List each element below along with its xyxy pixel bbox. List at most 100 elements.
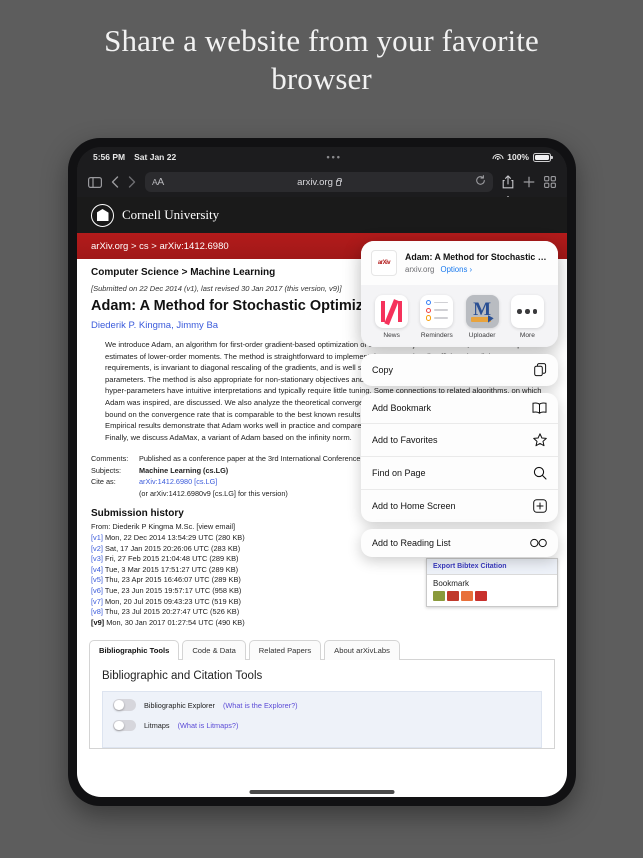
star-icon	[533, 433, 547, 447]
web-content: Cornell University arXiv.org > cs > arXi…	[77, 197, 567, 797]
share-app-row: News Reminders M Uploader More	[361, 285, 558, 347]
share-menu-group-1: Copy	[361, 354, 558, 386]
menu-item-label: Add Bookmark	[372, 403, 432, 413]
labs-tab-panel: Bibliographic and Citation Tools Bibliog…	[89, 659, 555, 750]
share-menu-group-2: Add Bookmark Add to Favorites Find on Pa…	[361, 393, 558, 522]
meta-value: Machine Learning (cs.LG)	[139, 465, 229, 475]
share-options-link[interactable]: Options ›	[441, 265, 473, 274]
toggle-help-link[interactable]: (What is the Explorer?)	[223, 701, 298, 710]
book-icon	[532, 402, 547, 414]
address-bar[interactable]: AA arxiv.org	[145, 172, 493, 192]
bookmark-icon-1[interactable]	[433, 591, 445, 601]
share-sheet-subtitle: arxiv.org Options ›	[405, 265, 553, 274]
tab-code-and-data[interactable]: Code & Data	[182, 640, 246, 661]
meta-value: (or arXiv:1412.6980v9 [cs.LG] for this v…	[139, 488, 288, 498]
plus-icon[interactable]	[523, 176, 535, 188]
cornell-university-label: Cornell University	[122, 207, 220, 222]
breadcrumb: arXiv.org > cs > arXiv:1412.6980	[91, 240, 229, 252]
url-text-wrap: arxiv.org	[145, 177, 493, 188]
tab-related-papers[interactable]: Related Papers	[248, 640, 322, 661]
app-label: News	[383, 332, 400, 339]
share-sheet-title: Adam: A Method for Stochastic Optimiz...	[405, 252, 553, 262]
menu-item-find-on-page[interactable]: Find on Page	[361, 457, 558, 490]
wifi-icon	[492, 153, 504, 162]
page-title: Share a website from your favorite brows…	[104, 23, 539, 96]
bookmark-icon-3[interactable]	[461, 591, 473, 601]
meta-key	[91, 489, 133, 500]
plus-square-icon	[533, 499, 547, 513]
share-menu: Copy Add Bookmark Add to Favorites Find …	[361, 354, 558, 557]
share-sheet-domain: arxiv.org	[405, 265, 435, 274]
app-label: More	[519, 332, 535, 339]
copy-icon	[534, 363, 547, 377]
bibtex-popup-body: Bookmark	[427, 575, 557, 606]
app-label: Reminders	[420, 332, 453, 339]
meta-key: Subjects:	[91, 465, 122, 475]
menu-item-copy[interactable]: Copy	[361, 354, 558, 386]
toggle-row-bibliographic-explorer[interactable]: Bibliographic Explorer (What is the Expl…	[113, 699, 531, 711]
status-date: Sat Jan 22	[134, 152, 177, 162]
glasses-icon	[530, 538, 547, 548]
grid-tabs-icon[interactable]	[544, 176, 556, 188]
tab-bibliographic-tools[interactable]: Bibliographic Tools	[89, 640, 180, 661]
meta-key: Cite as:	[91, 477, 116, 487]
share-sheet-card: arXiv Adam: A Method for Stochastic Opti…	[361, 241, 558, 347]
menu-item-add-to-reading-list[interactable]: Add to Reading List	[361, 529, 558, 557]
menu-item-label: Add to Home Screen	[372, 501, 456, 511]
status-dots: •••	[326, 152, 342, 162]
menu-item-label: Add to Reading List	[372, 538, 451, 548]
ipad-device-frame: 5:56 PM Sat Jan 22 ••• 100% AA arxiv.org	[68, 138, 576, 806]
reminders-app-icon	[420, 295, 454, 328]
toggle-label: Litmaps	[144, 721, 170, 731]
app-label: Uploader	[468, 332, 496, 339]
meta-value[interactable]: arXiv:1412.6980 [cs.LG]	[139, 477, 217, 488]
share-app-reminders[interactable]: Reminders	[416, 295, 458, 339]
menu-item-label: Find on Page	[372, 468, 426, 478]
meta-key: Comments:	[91, 454, 129, 464]
toggle-switch[interactable]	[113, 719, 136, 732]
tab-about-arxivlabs[interactable]: About arXivLabs	[324, 640, 400, 661]
device-screen: 5:56 PM Sat Jan 22 ••• 100% AA arxiv.org	[77, 147, 567, 797]
share-sheet-header[interactable]: arXiv Adam: A Method for Stochastic Opti…	[361, 241, 558, 285]
menu-item-add-to-favorites[interactable]: Add to Favorites	[361, 424, 558, 457]
site-favicon: arXiv	[371, 250, 397, 276]
status-time: 5:56 PM	[93, 152, 126, 162]
bookmark-label: Bookmark	[433, 579, 470, 588]
menu-item-label: Add to Favorites	[372, 435, 438, 445]
menu-item-add-to-home-screen[interactable]: Add to Home Screen	[361, 490, 558, 522]
toggle-label: Bibliographic Explorer	[144, 700, 215, 710]
toggle-row-litmaps[interactable]: Litmaps (What is Litmaps?)	[113, 719, 531, 732]
toggle-help-link[interactable]: (What is Litmaps?)	[178, 721, 239, 730]
bookmark-icon-4[interactable]	[475, 591, 487, 601]
menu-item-add-bookmark[interactable]: Add Bookmark	[361, 393, 558, 424]
bookmark-icon-2[interactable]	[447, 591, 459, 601]
bibtex-popup: Export Bibtex Citation Bookmark	[426, 558, 558, 607]
share-app-uploader[interactable]: M Uploader	[461, 295, 503, 339]
forward-icon[interactable]	[128, 176, 136, 188]
version-row: [v8] Thu, 23 Jul 2015 20:27:47 UTC (526 …	[91, 607, 240, 617]
version-row: [v9] Mon, 30 Jan 2017 01:27:54 UTC (490 …	[91, 617, 245, 627]
magnifier-icon	[533, 466, 547, 480]
share-sheet: arXiv Adam: A Method for Stochastic Opti…	[361, 241, 558, 564]
arxivlabs-panel: Bibliographic Tools Code & Data Related …	[89, 640, 555, 750]
share-menu-group-3: Add to Reading List	[361, 529, 558, 557]
labs-heading: Bibliographic and Citation Tools	[102, 670, 263, 683]
lock-icon	[335, 177, 342, 186]
cornell-header: Cornell University	[77, 197, 567, 233]
news-app-icon	[375, 295, 409, 328]
url-text: arxiv.org	[297, 176, 333, 188]
more-dots-icon	[510, 295, 544, 328]
battery-percent: 100%	[507, 152, 529, 162]
share-app-more[interactable]: More	[506, 295, 548, 339]
toggle-switch[interactable]	[113, 699, 136, 711]
share-app-news[interactable]: News	[371, 295, 413, 339]
social-bookmark-icons[interactable]	[433, 591, 551, 601]
share-icon[interactable]	[501, 175, 515, 203]
sidebar-icon[interactable]	[88, 176, 102, 188]
back-icon[interactable]	[111, 176, 119, 188]
home-indicator	[249, 790, 395, 794]
battery-icon	[533, 152, 553, 162]
cornell-seal-icon	[91, 203, 114, 227]
menu-item-label: Copy	[372, 365, 394, 375]
uploader-app-icon: M	[465, 295, 499, 328]
